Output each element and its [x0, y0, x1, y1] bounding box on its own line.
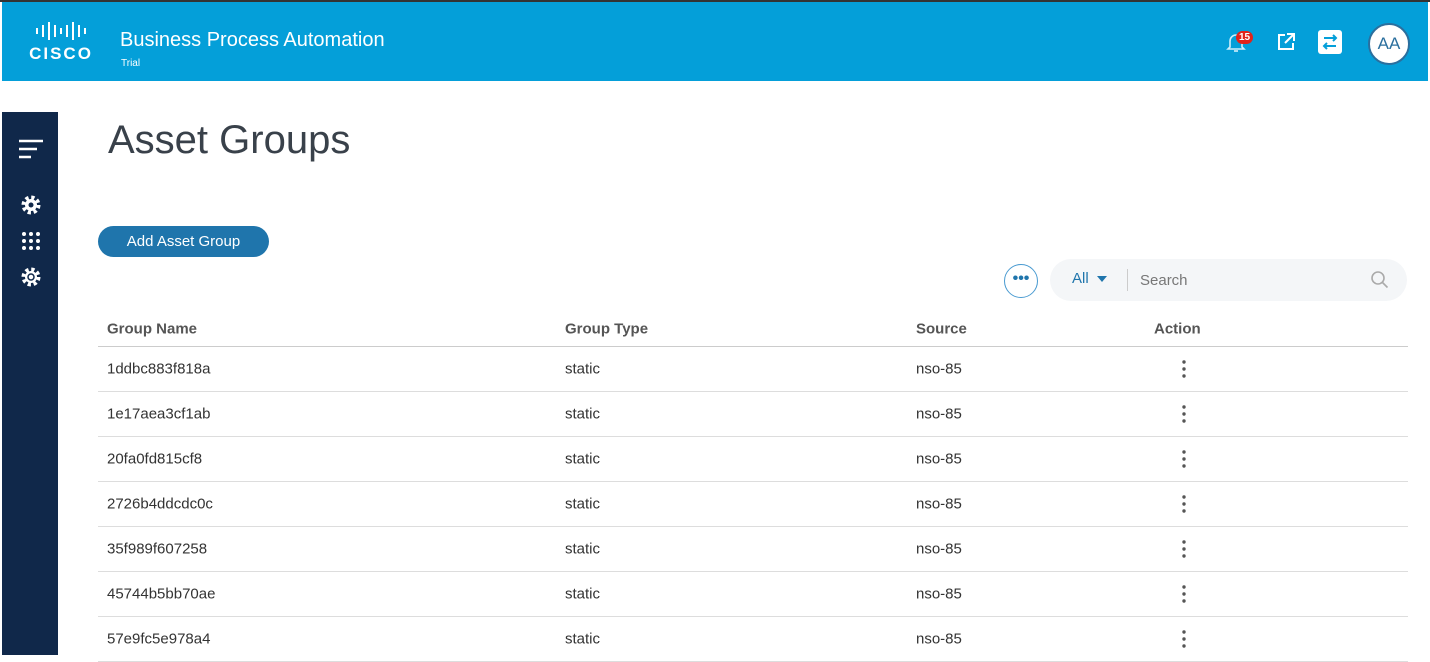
top-header: CISCO Business Process Automation Trial … — [2, 2, 1428, 81]
filter-dropdown[interactable]: All — [1072, 270, 1107, 287]
app-title: Business Process Automation — [120, 29, 385, 51]
table-row[interactable]: 1ddbc883f818a static nso-85 — [98, 347, 1408, 392]
apps-grid-icon[interactable] — [18, 228, 44, 254]
group-type: static — [565, 495, 601, 513]
group-type: static — [565, 450, 601, 468]
external-link-icon[interactable] — [1274, 30, 1298, 54]
group-name[interactable]: 1e17aea3cf1ab — [107, 406, 210, 423]
column-header-group-name[interactable]: Group Name — [107, 320, 197, 337]
admin-gear-icon[interactable] — [18, 264, 44, 290]
menu-icon[interactable] — [18, 138, 44, 164]
kebab-menu-icon[interactable] — [1178, 449, 1190, 469]
notification-badge: 15 — [1236, 31, 1254, 44]
settings-icon[interactable] — [18, 192, 44, 218]
table-row[interactable]: 57e9fc5e978a4 static nso-85 — [98, 617, 1408, 662]
group-name[interactable]: 45744b5bb70ae — [107, 586, 215, 603]
group-type: static — [565, 630, 601, 648]
divider — [1127, 269, 1128, 291]
group-source: nso-85 — [916, 405, 962, 423]
group-type: static — [565, 585, 601, 603]
group-source: nso-85 — [916, 360, 962, 378]
kebab-menu-icon[interactable] — [1178, 404, 1190, 424]
kebab-menu-icon[interactable] — [1178, 494, 1190, 514]
column-header-group-type[interactable]: Group Type — [565, 320, 648, 337]
page-title: Asset Groups — [108, 118, 351, 162]
kebab-menu-icon[interactable] — [1178, 359, 1190, 379]
group-name[interactable]: 20fa0fd815cf8 — [107, 451, 202, 468]
caret-down-icon — [1096, 276, 1107, 283]
app-subtitle: Trial — [121, 58, 141, 69]
table-row[interactable]: 20fa0fd815cf8 static nso-85 — [98, 437, 1408, 482]
table-header-row: Group Name Group Type Source Action — [98, 311, 1408, 347]
kebab-menu-icon[interactable] — [1178, 629, 1190, 649]
search-icon[interactable] — [1370, 270, 1390, 290]
kebab-menu-icon[interactable] — [1178, 584, 1190, 604]
filter-value: All — [1072, 270, 1089, 287]
column-header-action: Action — [1154, 320, 1201, 337]
logo-text: CISCO — [29, 44, 93, 63]
table-row[interactable]: 35f989f607258 static nso-85 — [98, 527, 1408, 572]
group-type: static — [565, 360, 601, 378]
table-row[interactable]: 45744b5bb70ae static nso-85 — [98, 572, 1408, 617]
user-avatar[interactable]: AA — [1368, 23, 1410, 65]
column-header-source[interactable]: Source — [916, 320, 967, 337]
group-source: nso-85 — [916, 585, 962, 603]
group-name[interactable]: 35f989f607258 — [107, 541, 207, 558]
sidebar — [2, 112, 58, 655]
switch-icon[interactable] — [1318, 30, 1342, 54]
search-bar: All — [1050, 259, 1407, 301]
group-name[interactable]: 57e9fc5e978a4 — [107, 631, 210, 648]
more-options-button[interactable]: ••• — [1004, 264, 1038, 298]
table-row[interactable]: 1e17aea3cf1ab static nso-85 — [98, 392, 1408, 437]
group-source: nso-85 — [916, 630, 962, 648]
kebab-menu-icon[interactable] — [1178, 539, 1190, 559]
group-type: static — [565, 405, 601, 423]
group-source: nso-85 — [916, 495, 962, 513]
group-name[interactable]: 1ddbc883f818a — [107, 361, 210, 378]
asset-groups-table: Group Name Group Type Source Action 1ddb… — [98, 311, 1408, 662]
table-row[interactable]: 2726b4ddcdc0c static nso-85 — [98, 482, 1408, 527]
cisco-logo: CISCO — [24, 22, 98, 66]
group-type: static — [565, 540, 601, 558]
group-source: nso-85 — [916, 450, 962, 468]
add-asset-group-button[interactable]: Add Asset Group — [98, 226, 269, 257]
search-input[interactable] — [1140, 268, 1360, 292]
group-source: nso-85 — [916, 540, 962, 558]
group-name[interactable]: 2726b4ddcdc0c — [107, 496, 213, 513]
